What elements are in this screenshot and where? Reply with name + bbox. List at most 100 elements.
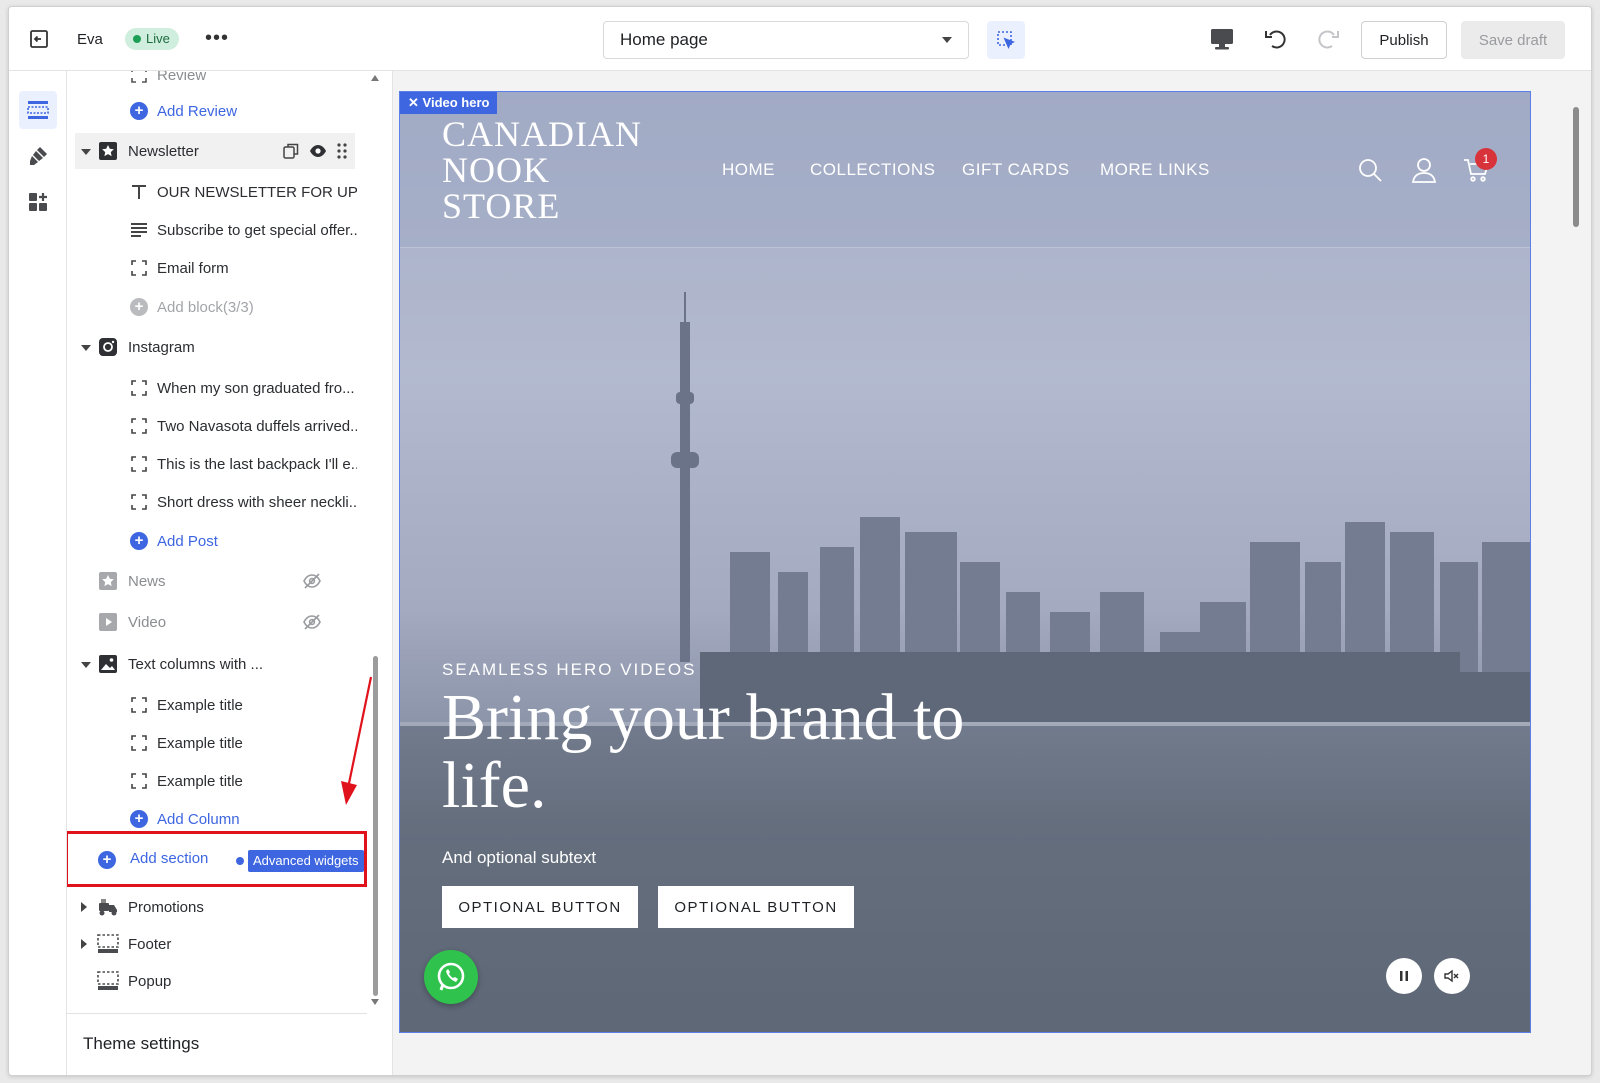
section-popup[interactable]: Popup (67, 963, 367, 999)
preview-scrollbar[interactable] (1571, 91, 1581, 1033)
add-review-button[interactable]: + Add Review (67, 93, 367, 129)
store-name: Eva (77, 31, 103, 48)
section-newsletter[interactable]: Newsletter (75, 133, 355, 169)
hero-title: Bring your brand to life. (442, 681, 965, 822)
block-icon (129, 492, 149, 512)
more-options-button[interactable]: ••• (205, 27, 229, 50)
whatsapp-button[interactable] (424, 950, 478, 1004)
add-section-highlight: + Add section Advanced widgets (67, 831, 367, 887)
newsletter-block-heading[interactable]: OUR NEWSLETTER FOR UPD... (67, 174, 367, 210)
text-column-block[interactable]: Example title (67, 725, 367, 761)
chevron-down-icon[interactable] (81, 149, 91, 155)
apps-icon (29, 193, 47, 211)
status-badge: Live (125, 28, 179, 50)
nav-gift-cards[interactable]: GIFT CARDS (962, 160, 1070, 180)
store-logo[interactable]: CANADIAN NOOK STORE (442, 116, 662, 224)
preview-pane: ✕ Video hero CANADIAN NOOK STORE HOME CO… (393, 71, 1591, 1075)
nav-collections[interactable]: COLLECTIONS (810, 160, 935, 180)
copy-icon[interactable] (283, 143, 299, 159)
nav-home[interactable]: HOME (722, 160, 775, 180)
advanced-widgets-badge[interactable]: Advanced widgets (248, 850, 364, 872)
plus-icon: + (129, 809, 149, 829)
section-label: Footer (128, 935, 172, 953)
user-icon[interactable] (1410, 156, 1438, 184)
chevron-right-icon[interactable] (81, 902, 87, 912)
block-icon (129, 695, 149, 715)
section-label: Text columns with ... (128, 655, 264, 673)
eye-icon[interactable] (309, 144, 327, 158)
page-select-value: Home page (620, 30, 708, 49)
section-video[interactable]: Video (67, 604, 367, 640)
mute-icon (1444, 969, 1459, 983)
theme-settings[interactable]: Theme settings (67, 1013, 367, 1073)
rail-theme-style[interactable] (19, 137, 57, 175)
exit-icon[interactable] (27, 27, 51, 51)
instagram-post[interactable]: Short dress with sheer neckli... (67, 484, 367, 520)
section-news[interactable]: News (67, 563, 367, 599)
save-draft-button[interactable]: Save draft (1461, 21, 1565, 59)
section-instagram[interactable]: Instagram (67, 329, 367, 365)
page-select[interactable]: Home page (603, 21, 969, 59)
plus-icon: + (129, 531, 149, 551)
hero-button-2[interactable]: OPTIONAL BUTTON (658, 886, 854, 928)
instagram-post[interactable]: This is the last backpack I'll e... (67, 446, 367, 482)
footer-icon (97, 933, 119, 955)
publish-button[interactable]: Publish (1361, 21, 1447, 59)
add-section-button[interactable]: Add section (130, 850, 208, 867)
section-tag-label: Video hero (422, 95, 490, 110)
inspect-button[interactable] (987, 21, 1025, 59)
scroll-down-icon[interactable] (371, 999, 379, 1005)
block-label: Example title (157, 696, 243, 714)
text-column-block[interactable]: Example title (67, 687, 367, 723)
instagram-post[interactable]: When my son graduated fro... (67, 370, 367, 406)
pause-icon (1400, 971, 1408, 981)
scroll-thumb[interactable] (373, 656, 378, 996)
theme-settings-label: Theme settings (83, 1034, 200, 1053)
rail-apps[interactable] (19, 183, 57, 221)
chevron-right-icon[interactable] (81, 939, 87, 949)
drag-icon[interactable] (337, 143, 347, 159)
nav-more-links[interactable]: MORE LINKS (1100, 160, 1210, 180)
image-icon (97, 653, 119, 675)
video-hero-section[interactable]: ✕ Video hero CANADIAN NOOK STORE HOME CO… (399, 91, 1531, 1033)
hero-button-1[interactable]: OPTIONAL BUTTON (442, 886, 638, 928)
newsletter-block-email[interactable]: Email form (67, 250, 367, 286)
eye-off-icon[interactable] (303, 573, 321, 589)
search-icon[interactable] (1356, 156, 1384, 184)
block-label: Short dress with sheer neckli... (157, 493, 357, 511)
mute-button[interactable] (1434, 958, 1470, 994)
block-icon (129, 771, 149, 791)
icon-rail (9, 71, 67, 1075)
review-block[interactable]: Review (67, 71, 367, 93)
block-label: Example title (157, 734, 243, 752)
section-tag[interactable]: ✕ Video hero (400, 92, 498, 114)
rail-sections[interactable] (19, 91, 57, 129)
paragraph-icon (129, 220, 149, 240)
section-label: Newsletter (128, 142, 199, 160)
section-promotions[interactable]: Promotions (67, 889, 367, 925)
redo-icon[interactable] (1315, 26, 1341, 52)
block-label: This is the last backpack I'll e... (157, 455, 357, 473)
section-text-columns[interactable]: Text columns with ... (67, 646, 367, 682)
chevron-down-icon[interactable] (81, 345, 91, 351)
sidebar-scrollbar[interactable] (369, 71, 381, 1015)
pause-button[interactable] (1386, 958, 1422, 994)
chevron-down-icon[interactable] (81, 662, 91, 668)
add-post-button[interactable]: + Add Post (67, 523, 367, 559)
undo-icon[interactable] (1263, 26, 1289, 52)
instagram-post[interactable]: Two Navasota duffels arrived... (67, 408, 367, 444)
block-label: Subscribe to get special offer... (157, 221, 357, 239)
brush-icon (30, 147, 47, 165)
whatsapp-icon (437, 962, 465, 991)
editor-window: Eva Live ••• Home page Publish Save draf… (8, 6, 1592, 1076)
newsletter-block-text[interactable]: Subscribe to get special offer... (67, 212, 367, 248)
plus-icon: + (129, 101, 149, 121)
preview-scroll-thumb[interactable] (1573, 107, 1579, 227)
section-footer[interactable]: Footer (67, 926, 367, 962)
text-column-block[interactable]: Example title (67, 763, 367, 799)
video-icon (97, 611, 119, 633)
section-label: Video (128, 613, 167, 631)
scroll-up-icon[interactable] (371, 75, 379, 81)
eye-off-icon[interactable] (303, 614, 321, 630)
desktop-icon[interactable] (1209, 27, 1235, 51)
